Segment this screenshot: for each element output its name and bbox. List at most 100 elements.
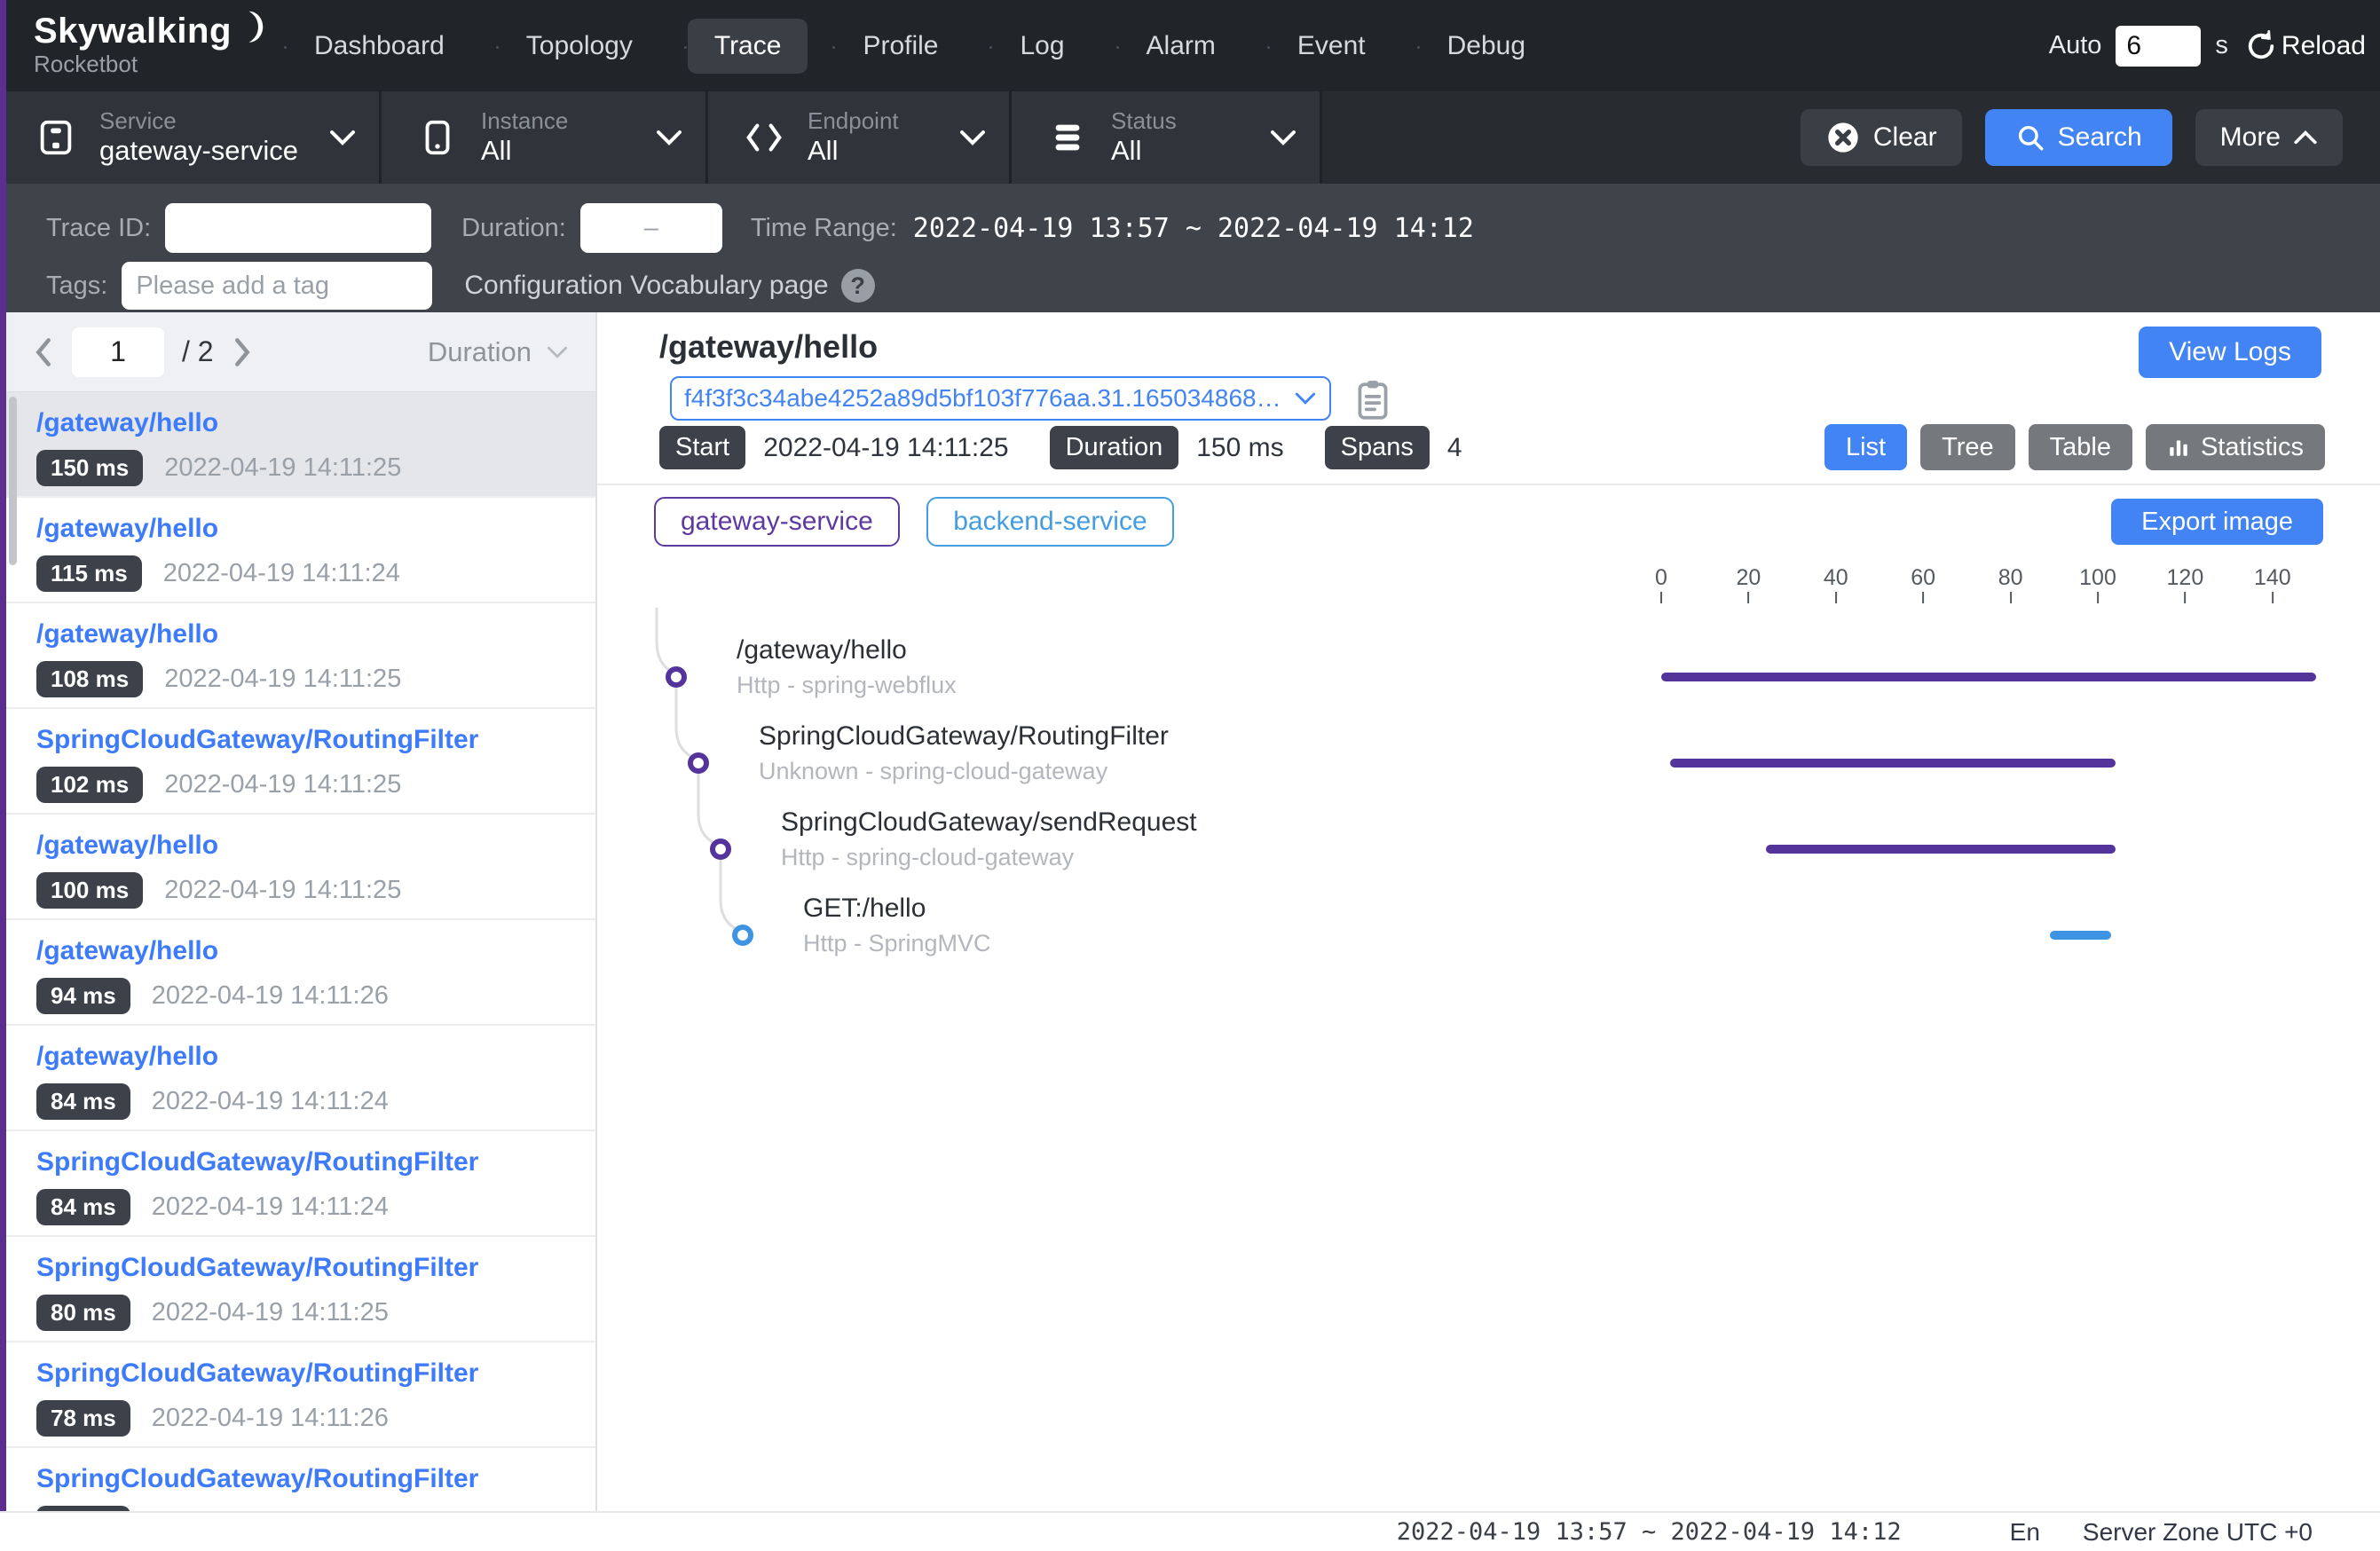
nav-item[interactable]: Log — [993, 19, 1091, 74]
nav-item[interactable]: Trace — [688, 19, 808, 74]
trace-timestamp: 2022-04-19 14:11:25 — [152, 1298, 389, 1327]
tags-input[interactable] — [122, 262, 432, 310]
trace-name-link[interactable]: SpringCloudGateway/RoutingFilter — [36, 725, 595, 755]
search-button[interactable]: Search — [1985, 109, 2172, 166]
duration-badge: 102 ms — [36, 767, 143, 803]
export-image-button[interactable]: Export image — [2111, 499, 2323, 545]
trace-name-link[interactable]: SpringCloudGateway/RoutingFilter — [36, 1464, 595, 1494]
view-switch: List Tree Table Statistics — [1824, 424, 2325, 470]
legend-chip[interactable]: backend-service — [926, 497, 1173, 547]
view-logs-button[interactable]: View Logs — [2139, 327, 2321, 378]
trace-list-item[interactable]: SpringCloudGateway/RoutingFilter 84 ms 2… — [6, 1131, 595, 1237]
nav-item[interactable]: Topology — [500, 19, 659, 74]
language-switch[interactable]: En — [2010, 1518, 2040, 1547]
span-duration-bar[interactable] — [2050, 931, 2111, 940]
instance-select[interactable]: Instance All — [382, 91, 708, 184]
trace-list-item[interactable]: SpringCloudGateway/RoutingFilter 102 ms … — [6, 709, 595, 815]
trace-list-item[interactable]: SpringCloudGateway/RoutingFilter 78 ms 2… — [6, 1342, 595, 1448]
next-page-button[interactable] — [232, 337, 253, 367]
trace-list-item[interactable]: /gateway/hello 84 ms 2022-04-19 14:11:24 — [6, 1026, 595, 1131]
time-range-value[interactable]: 2022-04-19 13:57 ~ 2022-04-19 14:12 — [913, 213, 1474, 244]
content: / 2 Duration /gateway/hello 150 ms 2022-… — [6, 312, 2380, 1511]
trace-list-item[interactable]: /gateway/hello 108 ms 2022-04-19 14:11:2… — [6, 603, 595, 709]
trace-id-input[interactable] — [165, 203, 431, 253]
auto-label: Auto — [2049, 31, 2102, 60]
copy-icon[interactable] — [1353, 378, 1392, 422]
trace-meta-row: Start 2022-04-19 14:11:25 Duration 150 m… — [659, 426, 1486, 469]
duration-badge: 78 ms — [36, 1400, 130, 1437]
trace-list-item[interactable]: /gateway/hello 100 ms 2022-04-19 14:11:2… — [6, 815, 595, 920]
trace-list-item[interactable]: /gateway/hello 150 ms 2022-04-19 14:11:2… — [6, 392, 595, 498]
scrollbar-thumb[interactable] — [9, 397, 17, 565]
trace-name-link[interactable]: SpringCloudGateway/RoutingFilter — [36, 1253, 595, 1283]
legend-chip[interactable]: gateway-service — [654, 497, 900, 547]
trace-list-item[interactable]: SpringCloudGateway/RoutingFilter 80 ms 2… — [6, 1237, 595, 1342]
trace-name-link[interactable]: /gateway/hello — [36, 408, 595, 438]
trace-name-link[interactable]: SpringCloudGateway/RoutingFilter — [36, 1358, 595, 1389]
nav-item[interactable]: Dashboard — [288, 19, 471, 74]
vocabulary-link[interactable]: Configuration Vocabulary page — [464, 271, 828, 301]
trace-name-link[interactable]: /gateway/hello — [36, 619, 595, 650]
chevron-down-icon — [933, 129, 986, 146]
trace-timestamp: 2022-04-19 14:11:26 — [152, 981, 389, 1011]
more-filters-panel: Trace ID: Duration: Time Range: 2022-04-… — [0, 184, 2380, 312]
span-duration-bar[interactable] — [1766, 845, 2116, 854]
filter-bar: Service gateway-service Instance All End… — [0, 91, 2380, 184]
nav-item[interactable]: Alarm — [1120, 19, 1242, 74]
view-mode-button[interactable]: Tree — [1920, 424, 2015, 470]
span-duration-bar[interactable] — [1670, 759, 2116, 768]
logo-subtitle: Rocketbot — [34, 51, 256, 78]
trace-name-link[interactable]: /gateway/hello — [36, 1042, 595, 1072]
footer-time-range[interactable]: 2022-04-19 13:57 ~ 2022-04-19 14:12 — [1397, 1518, 1902, 1546]
span-row[interactable]: SpringCloudGateway/RoutingFilterUnknown … — [597, 716, 2380, 802]
chevron-down-icon — [303, 129, 356, 146]
help-icon[interactable]: ? — [841, 269, 875, 303]
trace-timestamp: 2022-04-19 14:11:25 — [164, 770, 401, 799]
clear-button[interactable]: Clear — [1801, 109, 1962, 166]
status-select[interactable]: Status All — [1012, 91, 1322, 184]
view-mode-label: List — [1846, 433, 1886, 462]
duration-badge: 100 ms — [36, 872, 143, 909]
search-icon — [2015, 122, 2045, 153]
page-total-label: / 2 — [182, 335, 214, 368]
trace-name-link[interactable]: SpringCloudGateway/RoutingFilter — [36, 1147, 595, 1177]
trace-list-item[interactable]: /gateway/hello 115 ms 2022-04-19 14:11:2… — [6, 498, 595, 603]
nav-item[interactable]: Profile — [836, 19, 965, 74]
trace-list-item[interactable]: /gateway/hello 94 ms 2022-04-19 14:11:26 — [6, 920, 595, 1026]
endpoint-select[interactable]: Endpoint All — [708, 91, 1012, 184]
span-duration-bar[interactable] — [1661, 673, 2316, 681]
trace-list-item[interactable]: SpringCloudGateway/RoutingFilter 75 ms 2… — [6, 1448, 595, 1511]
footer: 2022-04-19 13:57 ~ 2022-04-19 14:12 En S… — [0, 1511, 2380, 1551]
span-row[interactable]: /gateway/helloHttp - spring-webflux — [597, 630, 2380, 716]
nav-right-controls: Auto s Reload — [2049, 26, 2366, 67]
view-mode-button[interactable]: List — [1824, 424, 1907, 470]
trace-detail-title: /gateway/hello — [659, 328, 878, 366]
view-mode-button[interactable]: Statistics — [2146, 424, 2325, 470]
view-mode-button[interactable]: Table — [2029, 424, 2132, 470]
service-select[interactable]: Service gateway-service — [0, 91, 382, 184]
span-row[interactable]: SpringCloudGateway/sendRequestHttp - spr… — [597, 802, 2380, 888]
duration-input[interactable] — [580, 203, 722, 253]
trace-name-link[interactable]: /gateway/hello — [36, 514, 595, 544]
duration-value: 150 ms — [1196, 433, 1283, 463]
service-value: gateway-service — [99, 134, 298, 168]
endpoint-value: All — [808, 134, 899, 168]
auto-interval-input[interactable] — [2116, 26, 2201, 67]
trace-name-link[interactable]: /gateway/hello — [36, 936, 595, 966]
span-row[interactable]: GET:/helloHttp - SpringMVC — [597, 888, 2380, 974]
reload-button[interactable]: Reload — [2242, 28, 2366, 65]
view-mode-label: Statistics — [2201, 433, 2304, 462]
more-button[interactable]: More — [2195, 109, 2343, 166]
trace-name-link[interactable]: /gateway/hello — [36, 831, 595, 861]
page-number-input[interactable] — [72, 327, 164, 377]
app-logo[interactable]: Skywalking Rocketbot — [34, 13, 256, 78]
filter-actions: Clear Search More — [1801, 91, 2343, 184]
nav-item[interactable]: Debug — [1421, 19, 1552, 74]
nav-item[interactable]: Event — [1271, 19, 1392, 74]
sort-select[interactable]: Duration — [428, 336, 569, 368]
trace-id-select[interactable]: f4f3f3c34abe4252a89d5bf103f776aa.31.1650… — [670, 376, 1331, 421]
server-zone[interactable]: Server Zone UTC +0 — [2083, 1518, 2313, 1547]
trace-timestamp: 2022-04-19 14:11:25 — [164, 665, 401, 694]
duration-badge: 80 ms — [36, 1295, 130, 1331]
prev-page-button[interactable] — [33, 337, 54, 367]
